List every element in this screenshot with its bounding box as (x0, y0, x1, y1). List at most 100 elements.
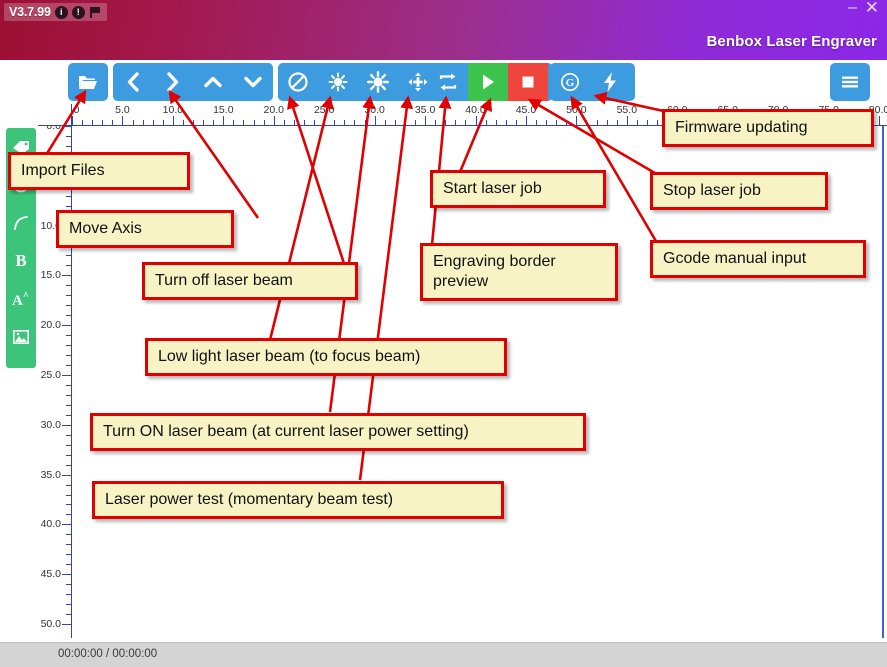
benbox-laser-engraver-window: V3.7.99 i ! Benbox Laser Engraver – ✕ G … (0, 0, 887, 667)
sidebar-item-bold-text[interactable]: B (8, 248, 34, 274)
ruler-tick-minor (66, 365, 71, 367)
ruler-tick-minor (66, 265, 71, 267)
start-laser-job-button[interactable] (468, 63, 508, 101)
ruler-tick-major (475, 116, 477, 125)
ruler-tick-minor (66, 494, 71, 496)
ruler-tick-minor (66, 305, 71, 307)
page-title: Benbox Laser Engraver (706, 33, 877, 50)
ruler-tick-minor (66, 394, 71, 396)
minimize-button[interactable]: – (848, 0, 857, 16)
ruler-tick-minor (66, 464, 71, 466)
laser-low-light-button[interactable] (318, 63, 358, 101)
ruler-tick-major (72, 116, 73, 125)
ruler-tick-minor (66, 315, 71, 317)
toolbar-group-menu (830, 63, 870, 101)
ruler-tick-minor (66, 454, 71, 456)
ruler-tick-minor (283, 120, 285, 125)
version-badge: V3.7.99 i ! (4, 3, 107, 21)
ruler-tick-minor (66, 295, 71, 297)
toolbar-group-file (68, 63, 108, 101)
hamburger-menu-icon[interactable] (830, 63, 870, 101)
ruler-tick-major (62, 424, 71, 426)
ruler-tick-minor (142, 120, 144, 125)
ruler-tick-major (374, 116, 376, 125)
ruler-tick-major (122, 116, 124, 125)
ruler-tick-minor (606, 120, 608, 125)
ruler-tick-minor (66, 205, 71, 207)
job-time-display: 00:00:00 / 00:00:00 (58, 648, 158, 660)
sidebar-item-arc[interactable] (8, 210, 34, 236)
ruler-tick-minor (536, 120, 538, 125)
callout-low-light: Low light laser beam (to focus beam) (145, 338, 507, 376)
ruler-label: 50.0 (40, 618, 61, 630)
ruler-tick-minor (213, 120, 215, 125)
stop-laser-job-button[interactable] (508, 63, 548, 101)
ruler-tick-minor (465, 120, 467, 125)
version-label: V3.7.99 (9, 5, 51, 19)
ruler-tick-minor (82, 120, 84, 125)
laser-off-button[interactable] (278, 63, 318, 101)
move-down-button[interactable] (233, 63, 273, 101)
move-left-button[interactable] (113, 63, 153, 101)
ruler-tick-minor (495, 120, 497, 125)
ruler-tick-major (62, 325, 71, 327)
close-icon[interactable]: ✕ (865, 0, 879, 16)
laser-on-button[interactable] (358, 63, 398, 101)
ruler-tick-minor (566, 120, 568, 125)
ruler-tick-major (879, 116, 880, 125)
import-files-button[interactable] (68, 63, 108, 101)
ruler-tick-minor (66, 594, 71, 596)
ruler-tick-minor (505, 120, 507, 125)
ruler-tick-minor (66, 434, 71, 436)
ruler-tick-major (62, 375, 71, 376)
ruler-tick-minor (253, 120, 255, 125)
toolbar-group-run (428, 63, 553, 101)
ruler-label: 30.0 (364, 104, 385, 116)
ruler-tick-minor (304, 120, 305, 125)
ruler-tick-minor (66, 484, 71, 486)
svg-text:^: ^ (23, 291, 29, 302)
move-right-button[interactable] (153, 63, 193, 101)
move-up-button[interactable] (193, 63, 233, 101)
ruler-tick-minor (485, 120, 487, 125)
ruler-tick-major (324, 116, 326, 125)
ruler-label: 45.0 (515, 104, 537, 116)
ruler-tick-minor (515, 120, 517, 125)
ruler-tick-major (62, 275, 71, 277)
ruler-tick-minor (203, 120, 205, 125)
ruler-tick-major (62, 624, 71, 625)
callout-border-preview: Engraving border preview (420, 243, 618, 301)
ruler-label: 15.0 (213, 104, 234, 116)
ruler-tick-major (223, 116, 225, 125)
ruler-tick-minor (193, 120, 195, 125)
ruler-tick-minor (66, 504, 71, 506)
callout-turn-on: Turn ON laser beam (at current laser pow… (90, 413, 586, 451)
ruler-tick-major (576, 116, 578, 125)
callout-power-test: Laser power test (momentary beam test) (92, 481, 504, 519)
callout-firmware: Firmware updating (662, 109, 874, 147)
ruler-tick-minor (66, 255, 71, 257)
ruler-tick-minor (132, 120, 134, 125)
ruler-tick-major (425, 116, 427, 125)
ruler-label: 35.0 (414, 104, 436, 116)
ruler-tick-minor (314, 120, 316, 125)
toolbar-group-move-axis (113, 63, 273, 101)
ruler-tick-minor (646, 120, 648, 125)
firmware-update-button[interactable] (590, 63, 630, 101)
gcode-manual-input-button[interactable]: G (550, 63, 590, 101)
ruler-label: 55.0 (616, 104, 638, 116)
ruler-tick-major (172, 116, 174, 125)
flag-icon[interactable] (89, 6, 101, 19)
info-icon[interactable]: i (54, 5, 68, 19)
ruler-corner (38, 104, 72, 126)
border-preview-button[interactable] (428, 63, 468, 101)
sidebar-item-font-size[interactable]: A ^ (8, 286, 34, 312)
status-bar: 00:00:00 / 00:00:00 (0, 642, 887, 667)
sidebar-item-image[interactable] (8, 324, 34, 350)
ruler-tick-minor (293, 120, 295, 125)
ruler-tick-major (626, 116, 628, 125)
ruler-tick-minor (344, 120, 346, 125)
exclamation-icon[interactable]: ! (71, 5, 85, 19)
callout-move-axis: Move Axis (56, 210, 234, 248)
ruler-tick-minor (596, 120, 598, 125)
